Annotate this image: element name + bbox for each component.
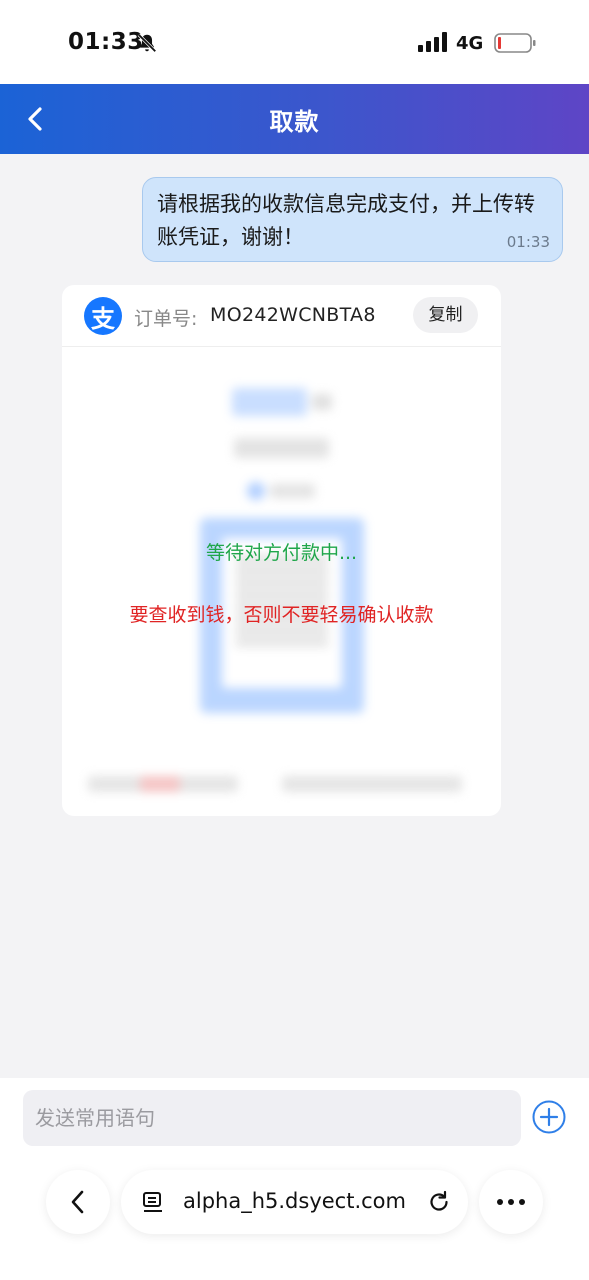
blurred-note-right [282,776,462,792]
chevron-left-icon [71,1190,84,1214]
order-number-label: 订单号: [134,308,198,330]
blurred-payment-details [62,348,501,816]
tabs-icon [143,1192,162,1212]
blurred-currency [312,394,332,410]
status-time: 01:33 [68,29,144,55]
blurred-note-highlight [140,776,180,792]
confirm-warning-text: 要查收到钱，否则不要轻易确认收款 [129,604,434,626]
battery-icon [494,33,536,53]
payment-card-header: 支 订单号: MO242WCNBTA8 复制 [62,285,501,347]
chat-message-time: 01:33 [506,233,550,251]
page-title: 取款 [269,108,320,136]
chat-message-text: 请根据我的收款信息完成支付，并上传转账凭证，谢谢！ [157,192,535,249]
alipay-logo-icon: 支 [84,297,122,335]
blurred-alipay-icon [247,482,265,500]
browser-back-button[interactable] [46,1170,110,1234]
blurred-account-name [234,438,329,458]
message-input[interactable] [23,1090,521,1146]
browser-url-bar[interactable]: alpha_h5.dsyect.com [121,1170,468,1234]
status-bar: 01:33 4G [0,0,589,84]
add-plus-icon[interactable] [531,1099,567,1135]
signal-icon [418,32,447,52]
bottom-panel: alpha_h5.dsyect.com [0,1078,589,1280]
blurred-amount [232,388,307,416]
copy-order-button[interactable]: 复制 [413,297,478,333]
browser-more-button[interactable] [479,1170,543,1234]
more-icon [497,1199,525,1205]
chat-message-bubble: 请根据我的收款信息完成支付，并上传转账凭证，谢谢！ 01:33 [142,177,563,262]
waiting-payment-status: 等待对方付款中... [205,542,358,564]
payment-card: 支 订单号: MO242WCNBTA8 复制 等待对方付款中... 要查收到钱，… [62,285,501,816]
page-header: 取款 [0,84,589,154]
browser-url-text: alpha_h5.dsyect.com [183,1189,406,1213]
network-label: 4G [456,33,484,54]
bell-slash-icon [137,33,157,53]
blurred-account-label [270,484,315,498]
order-number-value: MO242WCNBTA8 [210,304,376,326]
reload-icon[interactable] [426,1189,452,1215]
